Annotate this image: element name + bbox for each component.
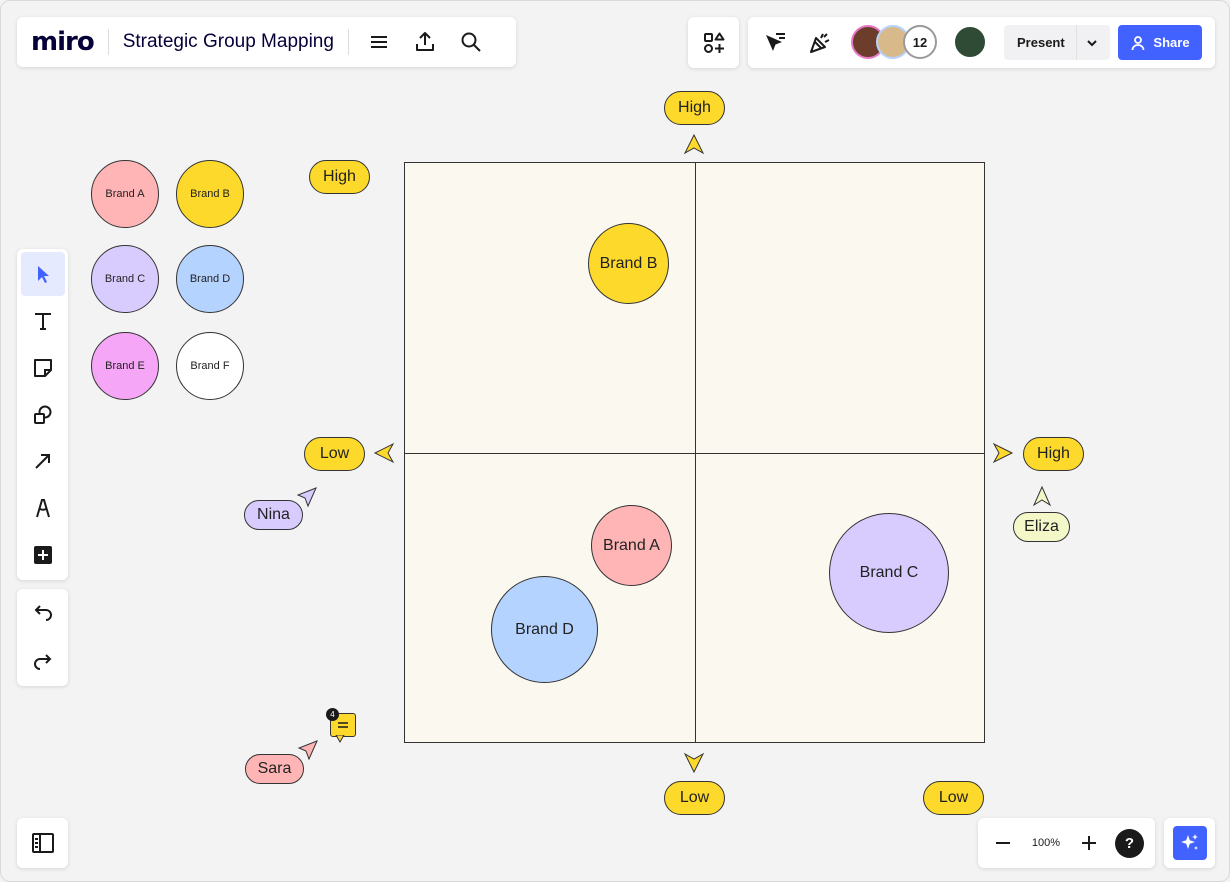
search-icon[interactable] [455, 26, 487, 58]
present-button[interactable]: Present [1004, 25, 1110, 60]
zoom-controls: 100% ? [978, 818, 1155, 868]
arrow-down-icon [683, 752, 705, 774]
connector-tool[interactable] [21, 439, 65, 483]
collaboration-toolbar: 12 Present Share [748, 17, 1215, 68]
apps-icon [703, 32, 724, 53]
legend-brand-d[interactable]: Brand D [176, 245, 244, 313]
user-icon [1132, 35, 1145, 50]
sparkle-icon [1172, 826, 1207, 860]
cursor-arrow-icon [296, 487, 317, 508]
cursor-label-eliza: Eliza [1013, 512, 1070, 542]
export-icon[interactable] [409, 26, 441, 58]
text-tool[interactable] [21, 299, 65, 343]
present-divider [1076, 25, 1077, 60]
sidebar-icon [31, 833, 54, 853]
arrow-left-icon [373, 442, 395, 464]
more-tools-button[interactable] [21, 533, 65, 577]
map-brand-label: Brand D [515, 620, 574, 638]
apps-button[interactable] [688, 17, 739, 68]
map-brand-label: Brand A [603, 536, 660, 554]
size-legend-high-label[interactable]: High [309, 160, 370, 194]
legend-brand-b[interactable]: Brand B [176, 160, 244, 228]
sticky-note-tool[interactable] [21, 346, 65, 390]
cursor-arrow-icon [1032, 485, 1052, 507]
left-toolbar [17, 249, 68, 580]
redo-icon[interactable] [27, 646, 59, 678]
collaborator-count-badge[interactable]: 12 [903, 25, 937, 59]
text-icon [34, 312, 51, 330]
pen-icon [35, 499, 50, 518]
zoom-in-icon[interactable] [1073, 827, 1105, 859]
map-brand-label: Brand B [599, 254, 658, 272]
legend-label: Brand B [190, 188, 230, 200]
miro-logo[interactable]: miro [31, 27, 95, 57]
map-brand-c[interactable]: Brand C [829, 513, 949, 633]
legend-label: Brand E [105, 360, 145, 372]
pointer-icon [37, 265, 49, 283]
legend-brand-f[interactable]: Brand F [176, 332, 244, 400]
shapes-tool[interactable] [21, 393, 65, 437]
menu-icon[interactable] [363, 26, 395, 58]
cursor-label-sara: Sara [245, 754, 304, 784]
plus-square-icon [33, 546, 52, 565]
cursor-arrow-icon [297, 740, 318, 761]
shapes-icon [33, 405, 51, 424]
celebrate-icon[interactable] [804, 27, 836, 59]
select-tool[interactable] [20, 252, 65, 296]
arrow-icon [34, 454, 50, 470]
arrow-up-icon [683, 133, 705, 155]
size-legend-low-label[interactable]: Low [923, 781, 984, 815]
cursor-label-nina: Nina [244, 500, 303, 530]
strategic-group-map[interactable] [404, 162, 985, 743]
pen-tool[interactable] [21, 486, 65, 530]
zoom-out-icon[interactable] [987, 827, 1019, 859]
arrow-right-icon [992, 442, 1014, 464]
header-divider [347, 29, 349, 55]
present-label: Present [1017, 35, 1065, 50]
legend-label: Brand A [105, 188, 145, 200]
frames-panel-button[interactable] [17, 818, 68, 868]
chevron-down-icon[interactable] [1086, 37, 1098, 49]
board-header: miro Strategic Group Mapping [17, 17, 516, 67]
history-toolbar [17, 589, 68, 686]
map-brand-label: Brand C [859, 564, 919, 581]
share-label: Share [1153, 35, 1190, 50]
map-brand-b[interactable]: Brand B [588, 223, 669, 304]
avatar[interactable] [953, 25, 987, 59]
cursor-filter-icon[interactable] [759, 27, 791, 59]
axis-label-left[interactable]: Low [304, 437, 365, 471]
legend-brand-a[interactable]: Brand A [91, 160, 159, 228]
legend-label: Brand C [104, 273, 146, 285]
undo-icon[interactable] [27, 597, 59, 629]
legend-label: Brand D [189, 273, 231, 285]
zoom-level[interactable]: 100% [1031, 837, 1061, 849]
comment-tail-icon [335, 735, 345, 743]
axis-label-top[interactable]: High [664, 91, 725, 125]
board-title[interactable]: Strategic Group Mapping [123, 31, 334, 53]
comment-count-badge: 4 [326, 708, 339, 721]
help-button[interactable]: ? [1115, 828, 1144, 858]
ai-assist-button[interactable] [1164, 818, 1215, 868]
share-button[interactable]: Share [1118, 25, 1202, 60]
board-canvas[interactable]: miro Strategic Group Mapping 12 Present … [0, 0, 1230, 882]
map-brand-d[interactable]: Brand D [491, 576, 598, 683]
legend-label: Brand F [190, 360, 230, 372]
map-brand-a[interactable]: Brand A [591, 505, 672, 586]
horizontal-axis-line [405, 453, 984, 454]
axis-label-right[interactable]: High [1023, 437, 1084, 471]
legend-brand-c[interactable]: Brand C [91, 245, 159, 313]
sticky-note-icon [33, 358, 52, 377]
legend-brand-e[interactable]: Brand E [91, 332, 159, 400]
axis-label-bottom[interactable]: Low [664, 781, 725, 815]
header-divider [107, 29, 109, 55]
